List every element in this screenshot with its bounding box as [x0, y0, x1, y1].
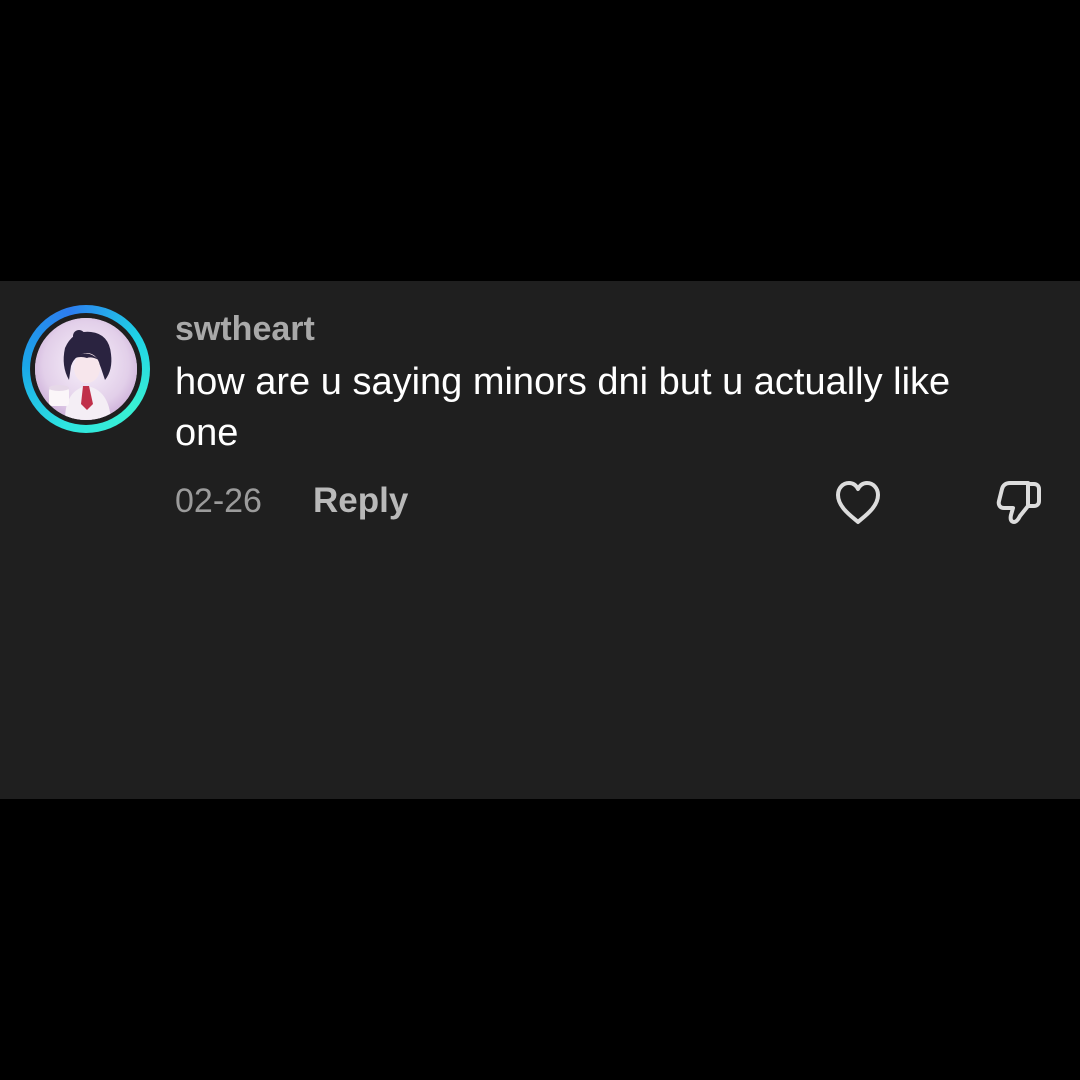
username[interactable]: swtheart	[175, 307, 315, 351]
like-button[interactable]	[834, 480, 882, 526]
page: swtheart how are u saying minors dni but…	[0, 0, 1080, 1080]
heart-outline-icon	[836, 481, 880, 524]
anime-girl-avatar-icon	[35, 318, 137, 420]
avatar	[35, 318, 137, 420]
comment-card: swtheart how are u saying minors dni but…	[0, 281, 1080, 799]
dislike-button[interactable]	[994, 478, 1044, 528]
thumbs-down-outline-icon	[996, 481, 1041, 524]
reply-button[interactable]: Reply	[313, 479, 408, 523]
avatar-ring[interactable]	[22, 305, 150, 433]
comment-date: 02-26	[175, 482, 262, 520]
comment-text: how are u saying minors dni but u actual…	[175, 361, 951, 454]
